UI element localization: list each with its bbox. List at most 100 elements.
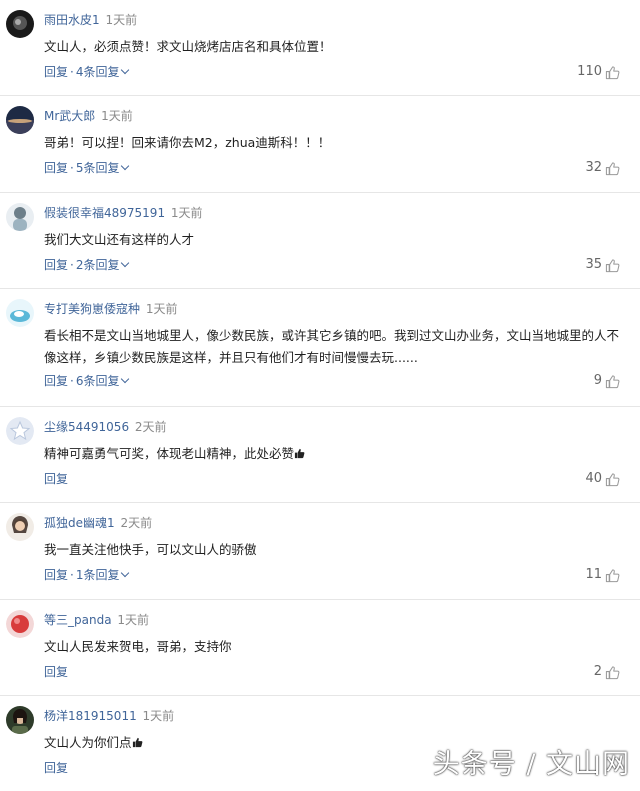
thumbs-up-icon <box>605 665 620 679</box>
like-count: 11 <box>585 567 602 582</box>
avatar[interactable] <box>6 106 34 134</box>
chevron-down-icon <box>121 568 130 578</box>
avatar[interactable] <box>6 10 34 38</box>
timestamp: 1天前 <box>117 613 150 627</box>
separator: · <box>70 568 74 582</box>
thumbs-up-icon <box>605 161 620 175</box>
comment-meta: Mr武大郎 1天前 <box>44 108 133 124</box>
like-count: 110 <box>577 64 602 79</box>
avatar[interactable] <box>6 203 34 231</box>
comment-actions: 回复 · 5条回复 <box>44 160 130 176</box>
comment-text: 看长相不是文山当地城里人，像少数民族，或许其它乡镇的吧。我到过文山办业务，文山当… <box>44 328 620 365</box>
replies-count: 2条回复 <box>75 258 120 272</box>
like-button[interactable]: 35 <box>585 257 620 273</box>
comment-actions: 回复 · 6条回复 <box>44 373 130 389</box>
reply-button[interactable]: 回复 <box>44 568 68 582</box>
like-button[interactable]: 32 <box>585 160 620 176</box>
username[interactable]: 假装很幸福48975191 <box>44 206 165 220</box>
replies-toggle[interactable]: 4条回复 <box>75 65 130 79</box>
thumbs-up-icon <box>605 258 620 272</box>
comment-text: 文山人民发来贺电，哥弟，支持你 <box>44 639 232 654</box>
avatar[interactable] <box>6 513 34 541</box>
chevron-down-icon <box>121 258 130 268</box>
reply-button[interactable]: 回复 <box>44 374 68 388</box>
timestamp: 2天前 <box>120 516 153 530</box>
comment-meta: 专打美狗崽倭寇种 1天前 <box>44 301 177 317</box>
replies-count: 1条回复 <box>75 568 120 582</box>
like-count: 35 <box>585 257 602 272</box>
comment-meta: 等三_panda 1天前 <box>44 612 149 628</box>
comment-text: 精神可嘉勇气可奖，体现老山精神，此处必赞 <box>44 443 624 465</box>
username[interactable]: 杨洋181915011 <box>44 709 137 723</box>
like-button[interactable]: 110 <box>577 64 620 80</box>
username[interactable]: 尘缘54491056 <box>44 420 129 434</box>
username[interactable]: 等三_panda <box>44 613 112 627</box>
comment-item: 尘缘54491056 2天前 精神可嘉勇气可奖，体现老山精神，此处必赞 回复 4… <box>0 407 640 503</box>
comment-meta: 雨田水皮1 1天前 <box>44 12 137 28</box>
chevron-down-icon <box>121 65 130 75</box>
comment-meta: 假装很幸福48975191 1天前 <box>44 205 203 221</box>
like-button[interactable]: 40 <box>585 471 620 487</box>
timestamp: 1天前 <box>101 109 133 123</box>
reply-button[interactable]: 回复 <box>44 761 68 775</box>
comment-text: 我一直关注他快手，可以文山人的骄傲 <box>44 542 257 557</box>
like-button[interactable]: 9 <box>594 373 620 389</box>
username[interactable]: Mr武大郎 <box>44 109 95 123</box>
like-button[interactable]: 2 <box>594 664 620 680</box>
reply-button[interactable]: 回复 <box>44 65 68 79</box>
like-count: 2 <box>593 664 602 679</box>
separator: · <box>70 374 74 388</box>
thumbs-up-icon <box>605 65 620 79</box>
thumbs-up-icon <box>605 568 620 582</box>
reply-button[interactable]: 回复 <box>44 258 68 272</box>
comment-text-content: 文山人为你们点 <box>44 735 132 750</box>
replies-toggle[interactable]: 5条回复 <box>75 161 130 175</box>
comment-actions: 回复 <box>44 471 68 487</box>
replies-toggle[interactable]: 6条回复 <box>75 374 130 388</box>
replies-toggle[interactable]: 1条回复 <box>75 568 130 582</box>
watermark: 头条号 / 文山网 <box>432 749 630 780</box>
avatar[interactable] <box>6 706 34 734</box>
thumbs-up-icon <box>605 472 620 486</box>
comment-item: 等三_panda 1天前 文山人民发来贺电，哥弟，支持你 回复 2 <box>0 600 640 696</box>
like-button[interactable]: 11 <box>585 567 620 583</box>
reply-button[interactable]: 回复 <box>44 665 68 679</box>
comment-meta: 尘缘54491056 2天前 <box>44 419 167 435</box>
comment-meta: 杨洋181915011 1天前 <box>44 708 174 724</box>
thumbs-up-emoji-icon <box>132 737 142 748</box>
timestamp: 1天前 <box>170 206 203 220</box>
comment-item: Mr武大郎 1天前 哥弟！可以捏！回来请你去M2，zhua迪斯科！！！ 回复 · 5… <box>0 96 640 193</box>
avatar[interactable] <box>6 610 34 638</box>
thumbs-up-icon <box>605 374 620 388</box>
username[interactable]: 孤独de幽魂1 <box>44 516 115 530</box>
comment-item: 雨田水皮1 1天前 文山人，必须点赞！求文山烧烤店店名和具体位置！ 回复 · 4条回… <box>0 0 640 96</box>
comment-actions: 回复 · 2条回复 <box>44 257 130 273</box>
chevron-down-icon <box>121 161 130 171</box>
username[interactable]: 专打美狗崽倭寇种 <box>44 302 140 316</box>
username[interactable]: 雨田水皮1 <box>44 13 100 27</box>
replies-toggle[interactable]: 2条回复 <box>75 258 130 272</box>
comment-actions: 回复 <box>44 664 68 680</box>
separator: · <box>70 258 74 272</box>
avatar[interactable] <box>6 417 34 445</box>
like-count: 40 <box>585 471 602 486</box>
like-count: 9 <box>593 373 602 388</box>
replies-count: 5条回复 <box>75 161 120 175</box>
timestamp: 1天前 <box>142 709 175 723</box>
timestamp: 1天前 <box>105 13 138 27</box>
thumbs-up-emoji-icon <box>294 448 305 459</box>
separator: · <box>70 65 74 79</box>
comment-meta: 孤独de幽魂1 2天前 <box>44 515 152 531</box>
replies-count: 4条回复 <box>75 65 120 79</box>
comment-text: 哥弟！可以捏！回来请你去M2，zhua迪斯科！！！ <box>44 135 331 150</box>
chevron-down-icon <box>121 374 130 384</box>
reply-button[interactable]: 回复 <box>44 472 68 486</box>
separator: · <box>70 161 74 175</box>
avatar[interactable] <box>6 299 34 327</box>
comment-actions: 回复 · 4条回复 <box>44 64 130 80</box>
comment-item: 孤独de幽魂1 2天前 我一直关注他快手，可以文山人的骄傲 回复 · 1条回复 11 <box>0 503 640 600</box>
comment-text-content: 精神可嘉勇气可奖，体现老山精神，此处必赞 <box>44 446 295 461</box>
replies-count: 6条回复 <box>75 374 120 388</box>
comment-item: 假装很幸福48975191 1天前 我们大文山还有这样的人才 回复 · 2条回复 3… <box>0 193 640 289</box>
reply-button[interactable]: 回复 <box>44 161 68 175</box>
